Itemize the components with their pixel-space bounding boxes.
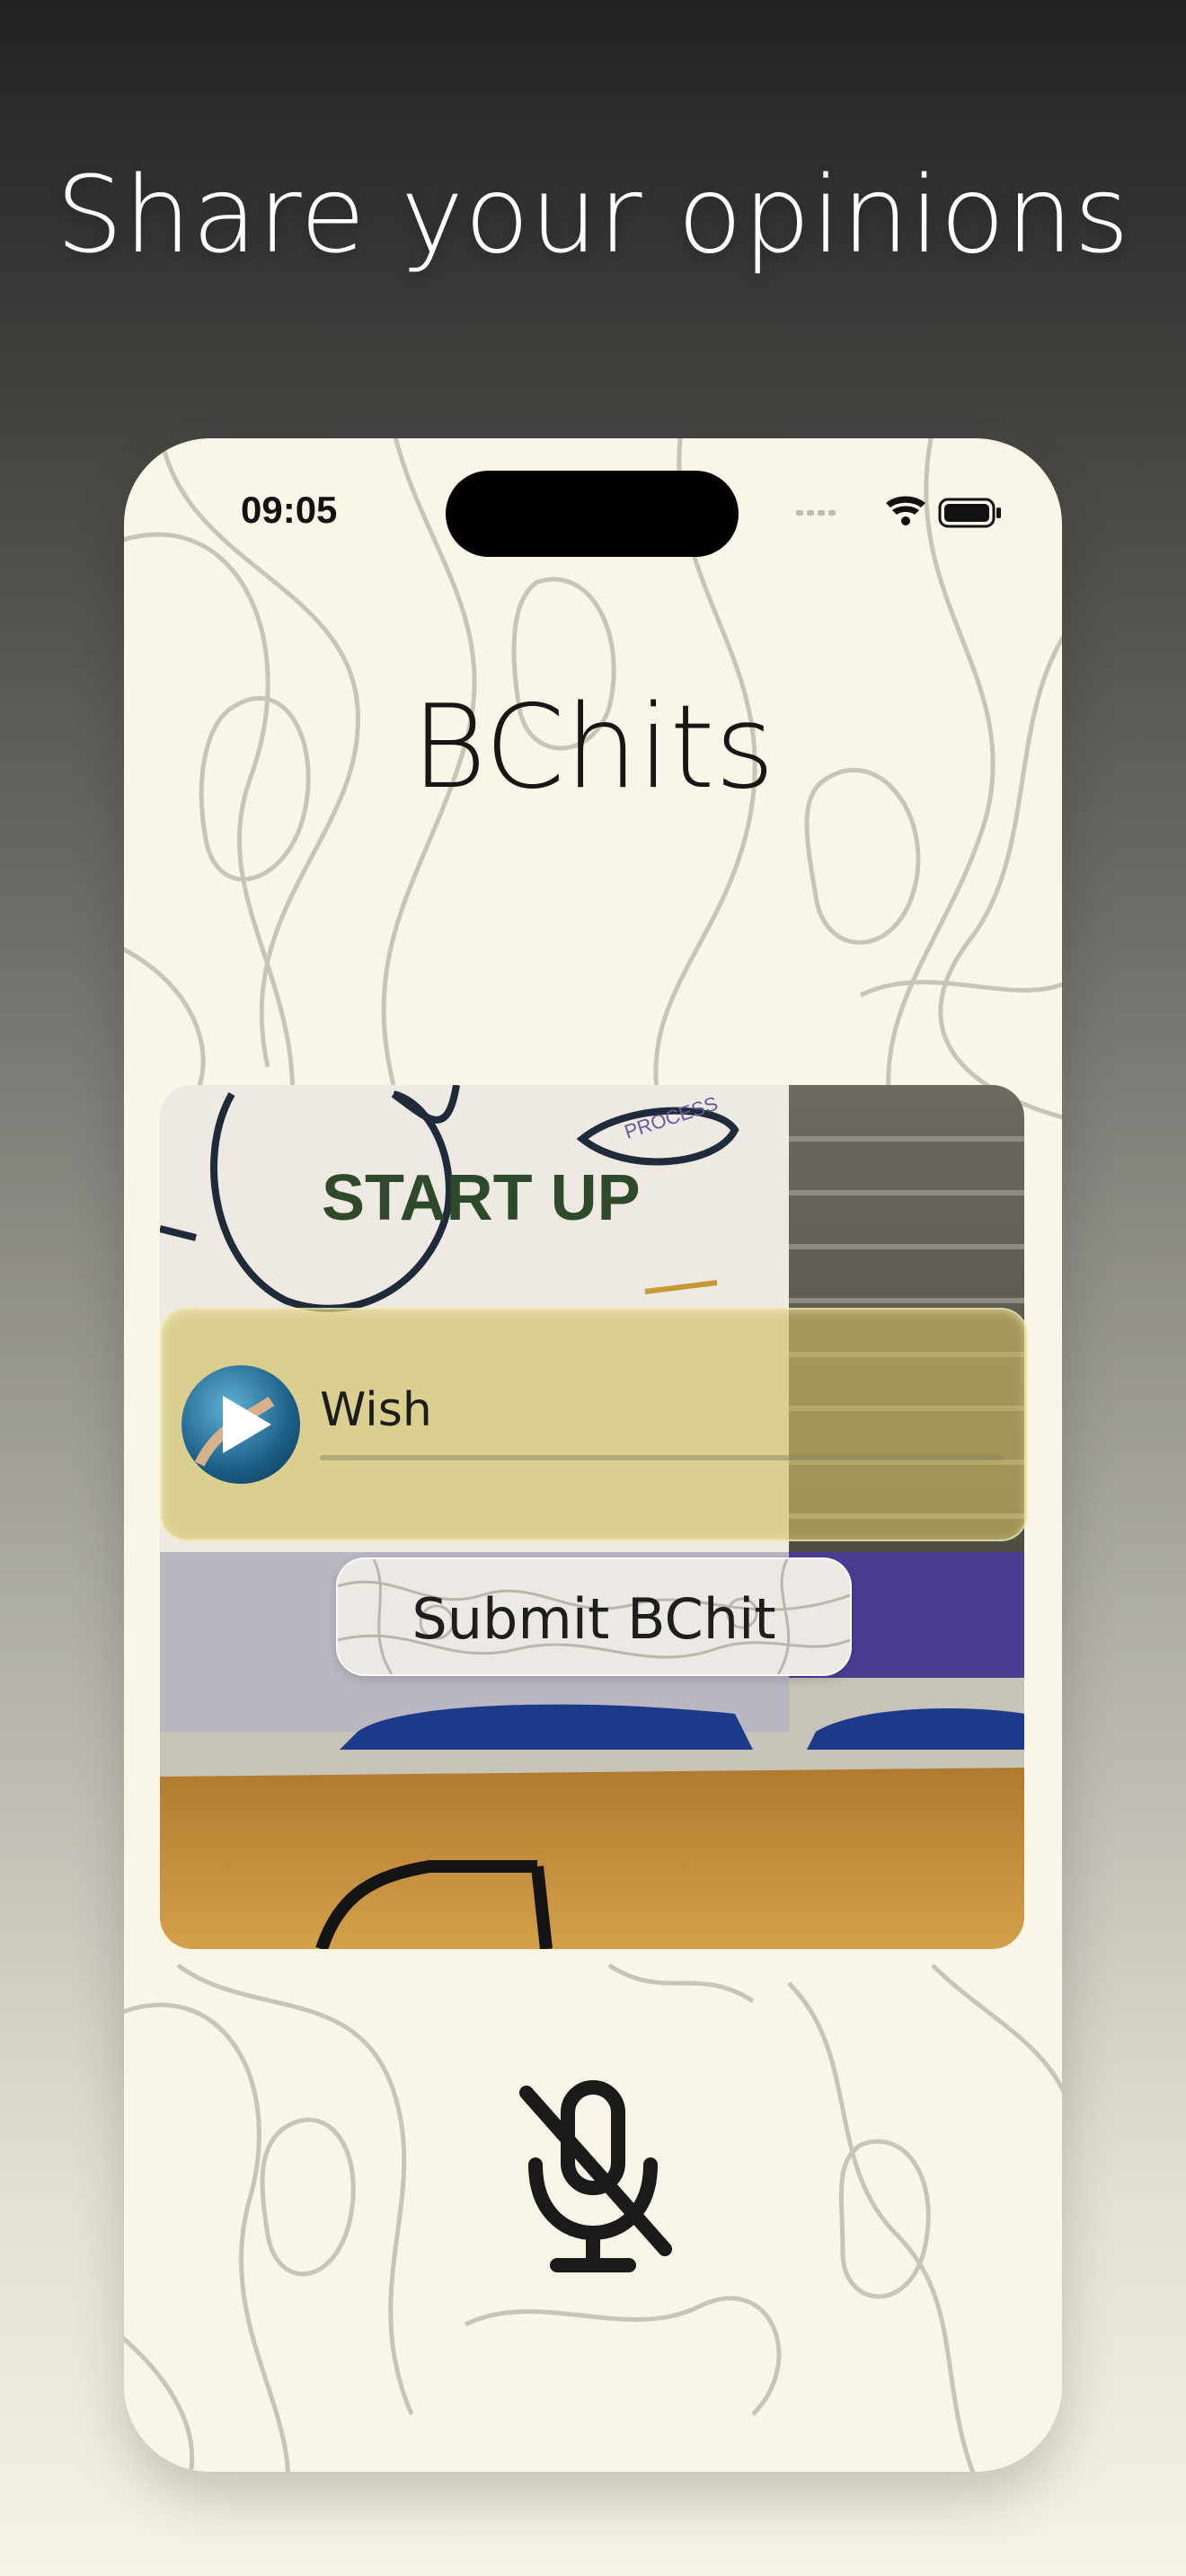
board-text-start: START UP [322,1162,641,1234]
headline: Share your opinions [56,153,1130,277]
submit-bchit-label: Submit BChit [412,1586,776,1652]
dynamic-island [446,471,739,557]
cellular-signal-icon [796,510,836,516]
clip-title: Wish [320,1383,432,1437]
clip-thumbnail[interactable] [181,1365,300,1484]
mic-off-icon [519,2080,672,2272]
wifi-icon [886,496,925,525]
status-time: 09:05 [241,489,338,531]
playback-progress[interactable] [320,1455,1003,1460]
phone-frame: 09:05 BChits START UP PROCESS Wish Submi… [124,438,1062,2472]
status-icons [796,496,1001,528]
app-title: BChits [411,681,775,815]
mic-toggle-button[interactable] [476,2057,710,2290]
submit-bchit-button[interactable]: Submit BChit [336,1557,852,1676]
audio-clip-card[interactable]: Wish [160,1308,1028,1541]
battery-icon [938,498,1001,528]
